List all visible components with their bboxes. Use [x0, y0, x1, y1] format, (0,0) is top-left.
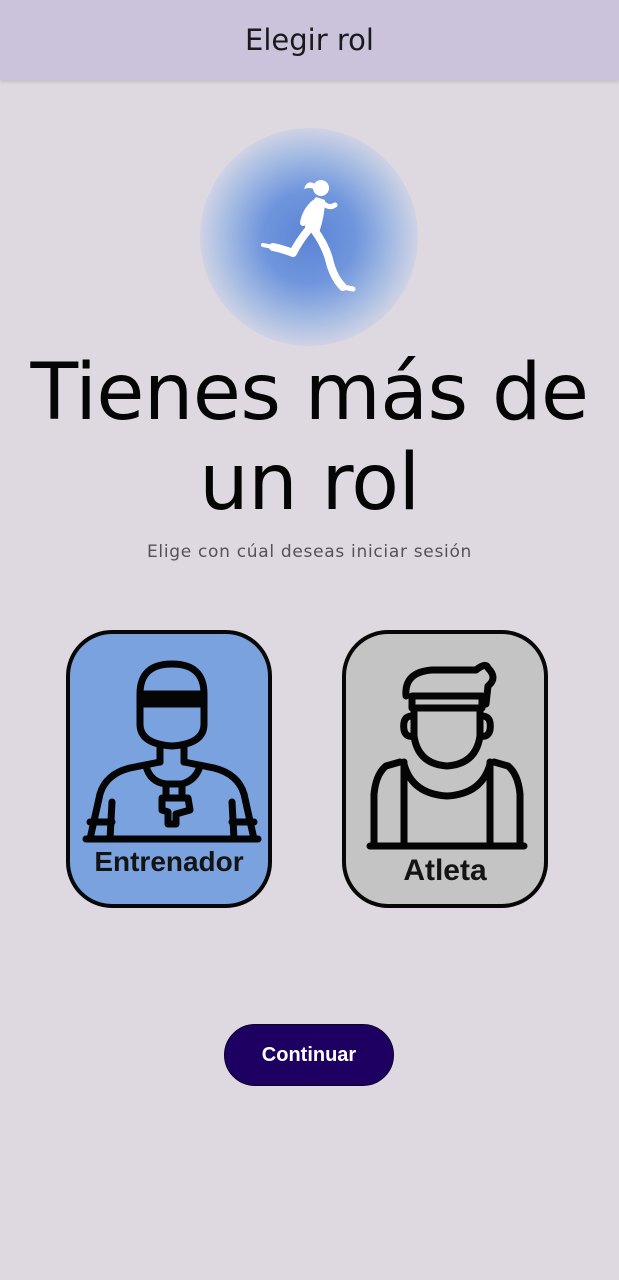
role-label-entrenador: Entrenador [94, 846, 244, 877]
running-woman-icon [261, 180, 356, 292]
continue-button[interactable]: Continuar [224, 1024, 394, 1086]
app-bar: Elegir rol [0, 0, 619, 80]
app-bar-title: Elegir rol [245, 23, 374, 57]
role-card-entrenador[interactable]: Entrenador [66, 630, 272, 908]
page-title-line-2: un rol [199, 438, 420, 528]
role-label-atleta: Atleta [403, 854, 487, 887]
app-logo [200, 128, 418, 346]
page-title: Tienes más de un rol [0, 348, 619, 528]
role-card-atleta[interactable]: Atleta [342, 630, 548, 908]
page-title-line-1: Tienes más de [30, 348, 589, 438]
page-subtitle: Elige con cúal deseas iniciar sesión [146, 542, 473, 562]
